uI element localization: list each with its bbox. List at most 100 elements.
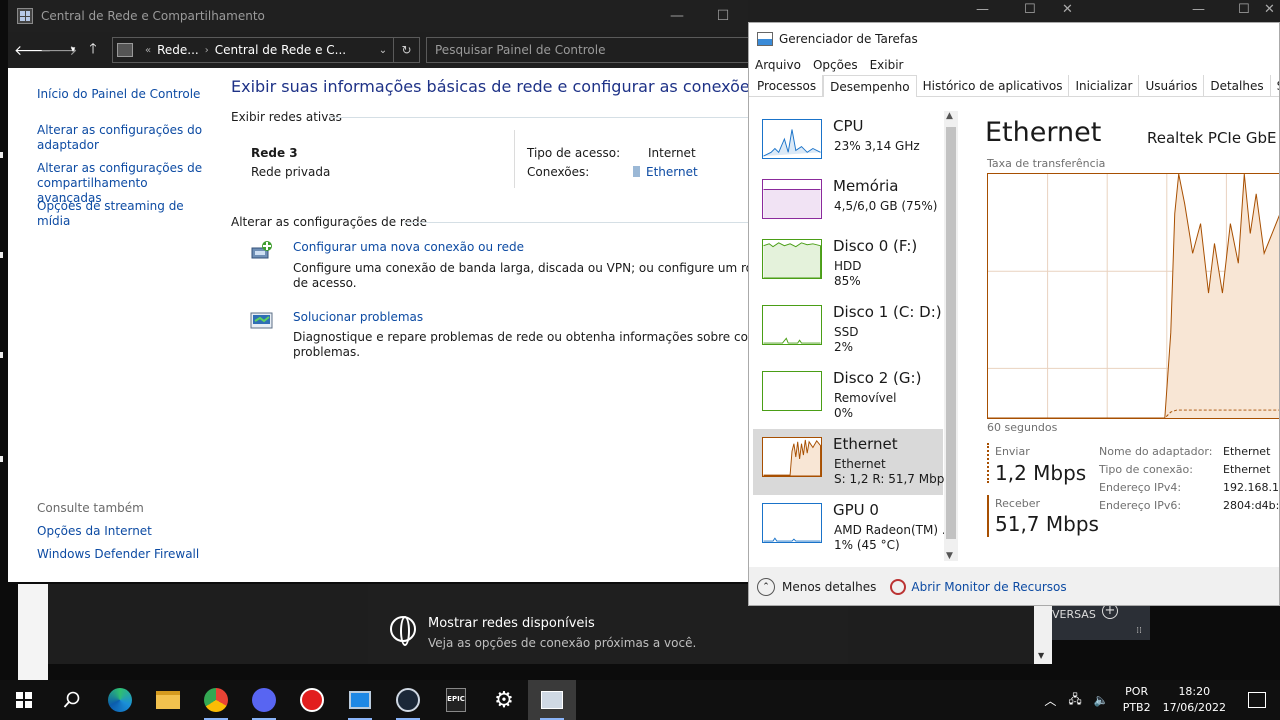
resource-monitor-icon	[890, 579, 907, 595]
taskbar-task-manager[interactable]	[528, 680, 576, 720]
taskbar: EPIC ⚙ ︿ 🖧 🔈 POR PTB2 18:20 17/06/2022	[0, 680, 1280, 720]
taskbar-media-player[interactable]	[288, 680, 336, 720]
language-code: POR	[1125, 685, 1149, 698]
refresh-icon[interactable]: ↻	[393, 38, 419, 62]
scroll-up-icon[interactable]: ▲	[946, 111, 953, 121]
receive-value: 51,7 Mbps	[995, 512, 1099, 536]
tab-servicos[interactable]: Serviços	[1271, 75, 1279, 97]
recent-chevron-icon[interactable]: ▾	[66, 45, 80, 55]
taskbar-steam[interactable]	[384, 680, 432, 720]
edge-icon	[108, 688, 132, 712]
maximize-button[interactable]: ☐	[700, 8, 746, 24]
chevron-up-icon[interactable]: ⌃	[757, 578, 775, 596]
tab-usuarios[interactable]: Usuários	[1139, 75, 1205, 97]
tab-historico[interactable]: Histórico de aplicativos	[917, 75, 1070, 97]
see-also-internet-options[interactable]: Opções da Internet	[37, 524, 207, 539]
menu-opcoes[interactable]: Opções	[813, 58, 858, 72]
location-icon	[117, 43, 133, 57]
menu-arquivo[interactable]: Arquivo	[755, 58, 801, 72]
address-toolbar: 🡐 🡒 ▾ 🡑 « Rede... › Central de Rede e C.…	[8, 32, 792, 68]
tm-title-bar[interactable]: Gerenciador de Tarefas	[749, 23, 1279, 55]
setup-connection-description: Configure uma conexão de banda larga, di…	[293, 261, 792, 275]
resource-stat-2: 1% (45 °C)	[834, 538, 900, 552]
network-icon[interactable]: 🖧	[1068, 690, 1081, 711]
sidebar-link-adapter-settings[interactable]: Alterar as configurações do adaptador	[37, 123, 207, 153]
tm-menu-bar: Arquivo Opções Exibir	[749, 55, 1279, 75]
scroll-down-icon[interactable]: ▼	[1038, 651, 1044, 660]
language-indicator[interactable]: POR PTB2	[1123, 684, 1151, 716]
send-value: 1,2 Mbps	[995, 461, 1087, 485]
tab-desempenho[interactable]: Desempenho	[823, 75, 917, 98]
search-input[interactable]: Pesquisar Painel de Controle	[426, 37, 792, 63]
resource-stat: AMD Radeon(TM) ...	[834, 523, 954, 537]
clock[interactable]: 18:20 17/06/2022	[1163, 684, 1226, 716]
taskbar-file-explorer[interactable]	[144, 680, 192, 720]
sidebar-link-home[interactable]: Início do Painel de Controle	[37, 87, 207, 102]
send-label: Enviar	[995, 445, 1030, 458]
scrollbar-thumb[interactable]	[946, 127, 956, 539]
resource-disk1[interactable]: Disco 1 (C: D:) SSD 2%	[753, 297, 943, 363]
back-arrow-icon[interactable]: 🡐	[14, 42, 52, 59]
resource-name: Disco 2 (G:)	[833, 369, 922, 387]
see-also-firewall[interactable]: Windows Defender Firewall	[37, 547, 207, 562]
taskbar-edge[interactable]	[96, 680, 144, 720]
troubleshoot-description-2: problemas.	[293, 345, 361, 359]
memory-thumbnail	[762, 179, 822, 219]
taskbar-control-panel[interactable]	[336, 680, 384, 720]
forward-arrow-icon[interactable]: 🡒	[40, 42, 78, 59]
resource-disk0[interactable]: Disco 0 (F:) HDD 85%	[753, 231, 943, 297]
notification-icon[interactable]	[1248, 692, 1266, 708]
send-indicator	[987, 443, 989, 483]
minimize-button[interactable]: —	[654, 8, 700, 24]
title-bar[interactable]: Central de Rede e Compartilhamento — ☐ ✕	[8, 0, 792, 32]
search-button[interactable]	[48, 680, 96, 720]
resource-memory[interactable]: Memória 4,5/6,0 GB (75%)	[753, 171, 943, 237]
edge-mark	[0, 352, 3, 358]
play-icon	[300, 688, 324, 712]
chevron-down-icon[interactable]: ⌄	[373, 45, 393, 56]
background-scrollbar[interactable]: ▼	[1034, 600, 1052, 664]
divider	[330, 117, 790, 118]
network-type[interactable]: Rede privada	[251, 165, 330, 179]
tab-processos[interactable]: Processos	[751, 75, 824, 97]
tab-detalhes[interactable]: Detalhes	[1204, 75, 1271, 97]
setup-new-connection-link[interactable]: Configurar uma nova conexão ou rede	[293, 240, 524, 254]
troubleshoot-link[interactable]: Solucionar problemas	[293, 310, 423, 324]
page-title: Exibir suas informações básicas de rede …	[231, 77, 759, 96]
volume-icon[interactable]: 🔈	[1094, 693, 1109, 707]
background-window-left	[18, 584, 48, 680]
graph-label: Taxa de transferência	[987, 157, 1106, 170]
taskbar-epic-games[interactable]: EPIC	[432, 680, 480, 720]
access-type-value: Internet	[648, 146, 696, 160]
open-resource-monitor-link[interactable]: Abrir Monitor de Recursos	[911, 580, 1066, 594]
taskbar-discord[interactable]	[240, 680, 288, 720]
resource-ethernet[interactable]: Ethernet Ethernet S: 1,2 R: 51,7 Mbps	[753, 429, 951, 495]
sidebar-link-media-streaming[interactable]: Opções de streaming de mídia	[37, 199, 207, 229]
breadcrumb-rede[interactable]: Rede...	[157, 43, 199, 57]
resource-stat-2: 85%	[834, 274, 861, 288]
resource-name: CPU	[833, 117, 864, 135]
chevron-up-icon[interactable]: ︿	[1044, 692, 1056, 709]
address-bar[interactable]: « Rede... › Central de Rede e C... ⌄ ↻	[112, 37, 420, 63]
network-center-icon	[17, 8, 33, 24]
breadcrumb-central[interactable]: Central de Rede e C...	[215, 43, 346, 57]
connection-ethernet-link[interactable]: Ethernet	[633, 165, 698, 179]
less-details-button[interactable]: Menos detalhes	[782, 580, 876, 594]
breadcrumb-separator-icon: «	[145, 44, 152, 56]
resource-list-scrollbar[interactable]: ▲ ▼	[944, 111, 958, 561]
taskbar-chrome[interactable]	[192, 680, 240, 720]
scroll-down-icon[interactable]: ▼	[946, 551, 953, 561]
up-arrow-icon[interactable]: 🡑	[80, 38, 106, 62]
connection-ethernet-label: Ethernet	[646, 165, 698, 179]
taskbar-settings[interactable]: ⚙	[480, 680, 528, 720]
start-button[interactable]	[0, 680, 48, 720]
connection-type-value: Ethernet	[1223, 463, 1271, 476]
tab-inicializar[interactable]: Inicializar	[1069, 75, 1140, 97]
keyboard-layout: PTB2	[1122, 701, 1151, 714]
resource-cpu[interactable]: CPU 23% 3,14 GHz	[753, 111, 943, 177]
resource-stat-2: 2%	[834, 340, 854, 354]
edge-mark	[0, 252, 3, 258]
resource-gpu[interactable]: GPU 0 AMD Radeon(TM) ... 1% (45 °C)	[753, 495, 953, 561]
resource-disk2[interactable]: Disco 2 (G:) Removível 0%	[753, 363, 943, 429]
menu-exibir[interactable]: Exibir	[870, 58, 904, 72]
